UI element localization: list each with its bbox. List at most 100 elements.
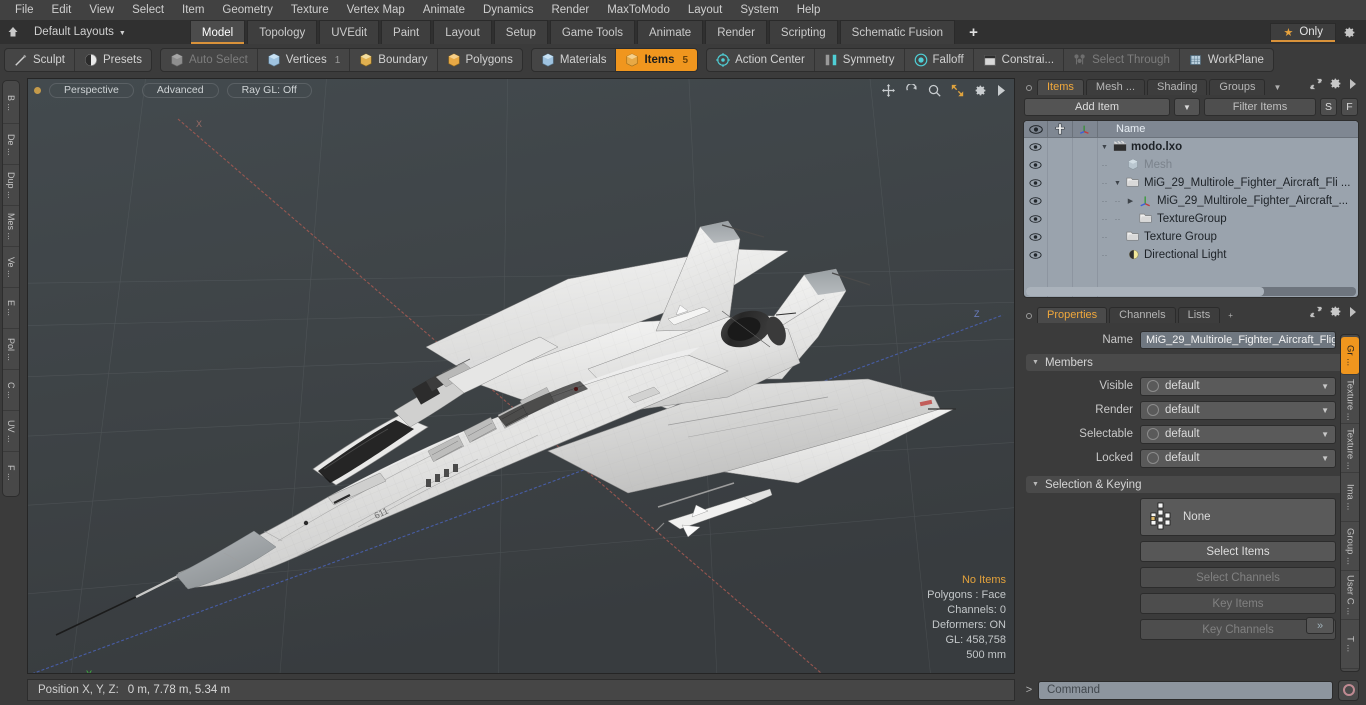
eye-icon[interactable] [1024, 121, 1048, 137]
row-visibility-eye-icon[interactable] [1024, 156, 1048, 174]
item-tree-row-name[interactable]: ·· ▼ MiG_29_Multirole_Fighter_Aircraft_Fli… [1098, 174, 1358, 192]
tree-expand-arrow[interactable]: ▼ [1100, 144, 1109, 151]
chevron-right-icon[interactable] [1349, 306, 1357, 320]
items-panel-tab-items[interactable]: Items [1037, 79, 1084, 95]
members-section-header[interactable]: ▼ Members [1026, 354, 1358, 371]
left-toolbox-tab-8[interactable]: UV ... [3, 412, 19, 452]
rotate-icon[interactable] [905, 83, 918, 97]
right-sub-tab-5[interactable]: User C ... [1341, 572, 1359, 620]
items-panel-tab-groups[interactable]: Groups [1209, 79, 1266, 95]
properties-panel-tab-channels[interactable]: Channels [1109, 307, 1176, 323]
filter-s-button[interactable]: S [1320, 98, 1337, 116]
menu-item-maxtomodo[interactable]: MaxToModo [598, 1, 679, 19]
tool-button-workplane[interactable]: WorkPlane [1180, 49, 1273, 71]
row-transform-cell[interactable] [1073, 210, 1098, 228]
viewport-menu-dot[interactable] [34, 86, 41, 94]
item-tree-row[interactable]: ·· Mesh [1024, 156, 1358, 174]
item-tree-row[interactable]: ·· Directional Light [1024, 246, 1358, 264]
selection-keying-section-header[interactable]: ▼ Selection & Keying [1026, 476, 1358, 493]
member-dropdown-render[interactable]: default ▼ [1140, 400, 1336, 420]
row-visibility-eye-icon[interactable] [1024, 192, 1048, 210]
menu-item-select[interactable]: Select [123, 1, 173, 19]
row-visibility-eye-icon[interactable] [1024, 246, 1048, 264]
left-toolbox-tab-6[interactable]: Pol ... [3, 330, 19, 370]
viewport-raygl-selector[interactable]: Ray GL: Off [226, 82, 312, 98]
row-lock-cell[interactable] [1048, 138, 1073, 156]
viewport-projection-selector[interactable]: Perspective [49, 82, 134, 98]
menu-item-render[interactable]: Render [542, 1, 598, 19]
add-item-dropdown[interactable]: ▼ [1174, 98, 1200, 116]
row-visibility-eye-icon[interactable] [1024, 138, 1048, 156]
channel-dot-icon[interactable] [1147, 428, 1159, 440]
move-icon[interactable] [882, 83, 895, 97]
tool-button-auto-select[interactable]: Auto Select [161, 49, 258, 71]
left-toolbox-tab-7[interactable]: C ... [3, 371, 19, 411]
channel-dot-icon[interactable] [1147, 380, 1159, 392]
left-toolbox-tab-0[interactable]: B ... [3, 84, 19, 124]
chevron-right-icon[interactable] [997, 84, 1006, 96]
forward-button[interactable]: » [1306, 617, 1334, 634]
member-dropdown-visible[interactable]: default ▼ [1140, 376, 1336, 396]
item-tree-row-name[interactable]: ▼ modo.lxo [1098, 138, 1358, 156]
row-transform-cell[interactable] [1073, 138, 1098, 156]
viewport-3d[interactable]: X Z 611 Perspective Advanced Ray GL: Off… [27, 78, 1015, 674]
item-tree-row-name[interactable]: ·· Texture Group [1098, 228, 1358, 246]
left-toolbox-tab-5[interactable]: E ... [3, 289, 19, 329]
tool-button-sculpt[interactable]: Sculpt [5, 49, 75, 71]
item-tree-row-name[interactable]: ·· ·· TextureGroup [1098, 210, 1358, 228]
menu-item-item[interactable]: Item [173, 1, 213, 19]
layout-tab-uvedit[interactable]: UVEdit [319, 20, 380, 44]
row-lock-cell[interactable] [1048, 210, 1073, 228]
left-toolbox-tab-9[interactable]: F ... [3, 453, 19, 493]
filter-f-button[interactable]: F [1341, 98, 1358, 116]
row-visibility-eye-icon[interactable] [1024, 210, 1048, 228]
select-items-button[interactable]: Select Items [1140, 541, 1336, 562]
item-tree-row[interactable]: ·· Texture Group [1024, 228, 1358, 246]
popout-icon[interactable] [1310, 78, 1322, 93]
tool-button-action-center[interactable]: Action Center [707, 49, 815, 71]
chevron-down-icon[interactable]: ▼ [1273, 83, 1281, 92]
menu-item-file[interactable]: File [6, 1, 43, 19]
name-field[interactable]: MiG_29_Multirole_Fighter_Aircraft_Flig [1140, 331, 1336, 349]
tool-button-boundary[interactable]: Boundary [350, 49, 438, 71]
row-lock-cell[interactable] [1048, 156, 1073, 174]
item-tree-row-name[interactable]: ·· Directional Light [1098, 246, 1358, 264]
item-tree-row[interactable]: ·· ▼ MiG_29_Multirole_Fighter_Aircraft_Fli… [1024, 174, 1358, 192]
layout-tab-model[interactable]: Model [189, 20, 246, 44]
menu-item-help[interactable]: Help [788, 1, 830, 19]
layout-tab-setup[interactable]: Setup [493, 20, 548, 44]
right-sub-tab-6[interactable]: T ... [1341, 621, 1359, 669]
layout-tab-animate[interactable]: Animate [637, 20, 704, 44]
viewport-shading-selector[interactable]: Advanced [141, 82, 219, 98]
row-visibility-eye-icon[interactable] [1024, 174, 1048, 192]
add-item-button[interactable]: Add Item [1024, 98, 1170, 116]
properties-panel-tab-properties[interactable]: Properties [1037, 307, 1108, 323]
panel-menu-dot[interactable] [1026, 85, 1032, 91]
items-panel-tab-mesh[interactable]: Mesh ... [1085, 79, 1146, 95]
viewport-canvas[interactable]: X Z 611 [28, 79, 1014, 673]
channel-dot-icon[interactable] [1147, 404, 1159, 416]
item-tree-scrollbar[interactable] [1026, 287, 1356, 296]
tool-button-presets[interactable]: Presets [75, 49, 151, 71]
menu-item-layout[interactable]: Layout [679, 1, 732, 19]
layout-tab-paint[interactable]: Paint [381, 20, 432, 44]
only-toggle[interactable]: ★ Only [1270, 22, 1336, 42]
gear-icon[interactable] [1329, 305, 1342, 321]
menu-item-texture[interactable]: Texture [282, 1, 338, 19]
right-sub-tab-3[interactable]: Ima ... [1341, 474, 1359, 522]
menu-item-geometry[interactable]: Geometry [213, 1, 282, 19]
layout-tab-game-tools[interactable]: Game Tools [549, 20, 635, 44]
menu-item-view[interactable]: View [80, 1, 123, 19]
chevron-right-icon[interactable] [1349, 78, 1357, 92]
channel-dot-icon[interactable] [1147, 452, 1159, 464]
item-tree-row[interactable]: ·· ·· TextureGroup [1024, 210, 1358, 228]
tool-button-constrai[interactable]: Constrai... [974, 49, 1065, 71]
row-transform-cell[interactable] [1073, 192, 1098, 210]
gear-icon[interactable] [1329, 77, 1342, 93]
tool-button-materials[interactable]: Materials [532, 49, 617, 71]
layout-tab-layout[interactable]: Layout [433, 20, 492, 44]
row-transform-cell[interactable] [1073, 246, 1098, 264]
right-sub-tab-4[interactable]: Group ... [1341, 523, 1359, 571]
menu-item-vertex-map[interactable]: Vertex Map [338, 1, 414, 19]
layout-tab-schematic-fusion[interactable]: Schematic Fusion [839, 20, 956, 44]
